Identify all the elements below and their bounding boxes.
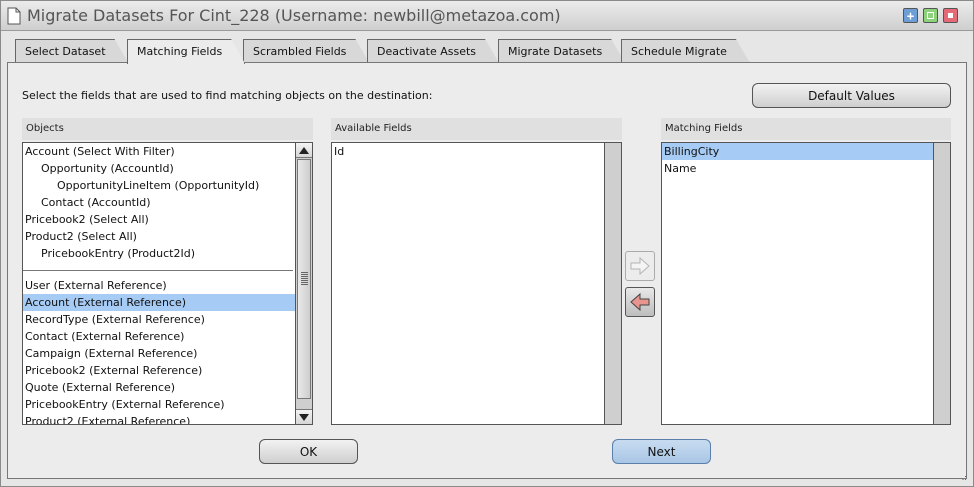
window-title: Migrate Datasets For Cint_228 (Username:… (27, 6, 561, 25)
tab-select-dataset[interactable]: Select Dataset (15, 39, 129, 63)
close-icon[interactable] (943, 8, 958, 23)
list-item[interactable]: Opportunity (AccountId) (23, 160, 312, 177)
list-item[interactable]: Contact (AccountId) (23, 194, 312, 211)
instruction-text: Select the fields that are used to find … (22, 89, 433, 102)
list-item[interactable]: Product2 (External Reference) (23, 413, 312, 424)
list-item[interactable]: Pricebook2 (Select All) (23, 211, 312, 228)
matching-fields-panel: Select the fields that are used to find … (7, 62, 967, 479)
tab-matching-fields[interactable]: Matching Fields (127, 39, 245, 64)
maximize-icon[interactable] (923, 8, 938, 23)
tab-migrate-datasets[interactable]: Migrate Datasets (498, 39, 625, 63)
available-fields-header: Available Fields (331, 118, 622, 140)
list-item[interactable]: Pricebook2 (External Reference) (23, 362, 312, 379)
arrow-right-icon (630, 257, 650, 275)
list-separator (23, 270, 293, 271)
list-item[interactable]: OpportunityLineItem (OpportunityId) (23, 177, 312, 194)
ok-button[interactable]: OK (259, 439, 358, 464)
list-item[interactable]: RecordType (External Reference) (23, 311, 312, 328)
tab-schedule-migrate[interactable]: Schedule Migrate (621, 39, 750, 63)
list-item[interactable]: Product2 (Select All) (23, 228, 312, 245)
scroll-up-icon[interactable] (296, 143, 312, 158)
list-item[interactable]: Name (662, 160, 950, 177)
migrate-datasets-window: Migrate Datasets For Cint_228 (Username:… (0, 0, 974, 487)
title-bar[interactable]: Migrate Datasets For Cint_228 (Username:… (1, 1, 973, 31)
scroll-thumb[interactable] (297, 159, 311, 399)
objects-list[interactable]: Account (Select With Filter) Opportunity… (22, 142, 313, 425)
document-icon (7, 7, 21, 25)
tab-strip: Select Dataset Matching Fields Scrambled… (1, 39, 973, 63)
list-item[interactable]: Quote (External Reference) (23, 379, 312, 396)
list-item[interactable]: Id (332, 143, 621, 160)
remove-field-button[interactable] (625, 287, 655, 317)
arrow-left-icon (630, 293, 650, 311)
available-scrollbar[interactable] (604, 143, 621, 424)
list-item[interactable]: User (External Reference) (23, 277, 312, 294)
tab-scrambled-fields[interactable]: Scrambled Fields (243, 39, 369, 63)
matching-fields-list[interactable]: BillingCity Name (661, 142, 951, 425)
tab-deactivate-assets[interactable]: Deactivate Assets (367, 39, 499, 63)
list-item[interactable]: Contact (External Reference) (23, 328, 312, 345)
available-fields-list[interactable]: Id (331, 142, 622, 425)
matching-fields-header: Matching Fields (661, 118, 951, 140)
add-field-button[interactable] (625, 251, 655, 281)
next-button[interactable]: Next (612, 439, 711, 464)
list-item[interactable]: PricebookEntry (External Reference) (23, 396, 312, 413)
list-item[interactable]: Campaign (External Reference) (23, 345, 312, 362)
plus-icon[interactable]: + (903, 8, 918, 23)
default-values-button[interactable]: Default Values (752, 83, 951, 108)
matching-scrollbar[interactable] (933, 143, 950, 424)
list-item[interactable]: PricebookEntry (Product2Id) (23, 245, 312, 262)
list-item[interactable]: Account (Select With Filter) (23, 143, 312, 160)
objects-scrollbar[interactable] (295, 143, 312, 424)
resize-grip-icon[interactable]: .: (962, 473, 967, 482)
list-item-selected[interactable]: BillingCity (662, 143, 933, 160)
objects-header: Objects (22, 118, 313, 140)
list-item-selected[interactable]: Account (External Reference) (23, 294, 295, 311)
scroll-down-icon[interactable] (296, 409, 312, 424)
